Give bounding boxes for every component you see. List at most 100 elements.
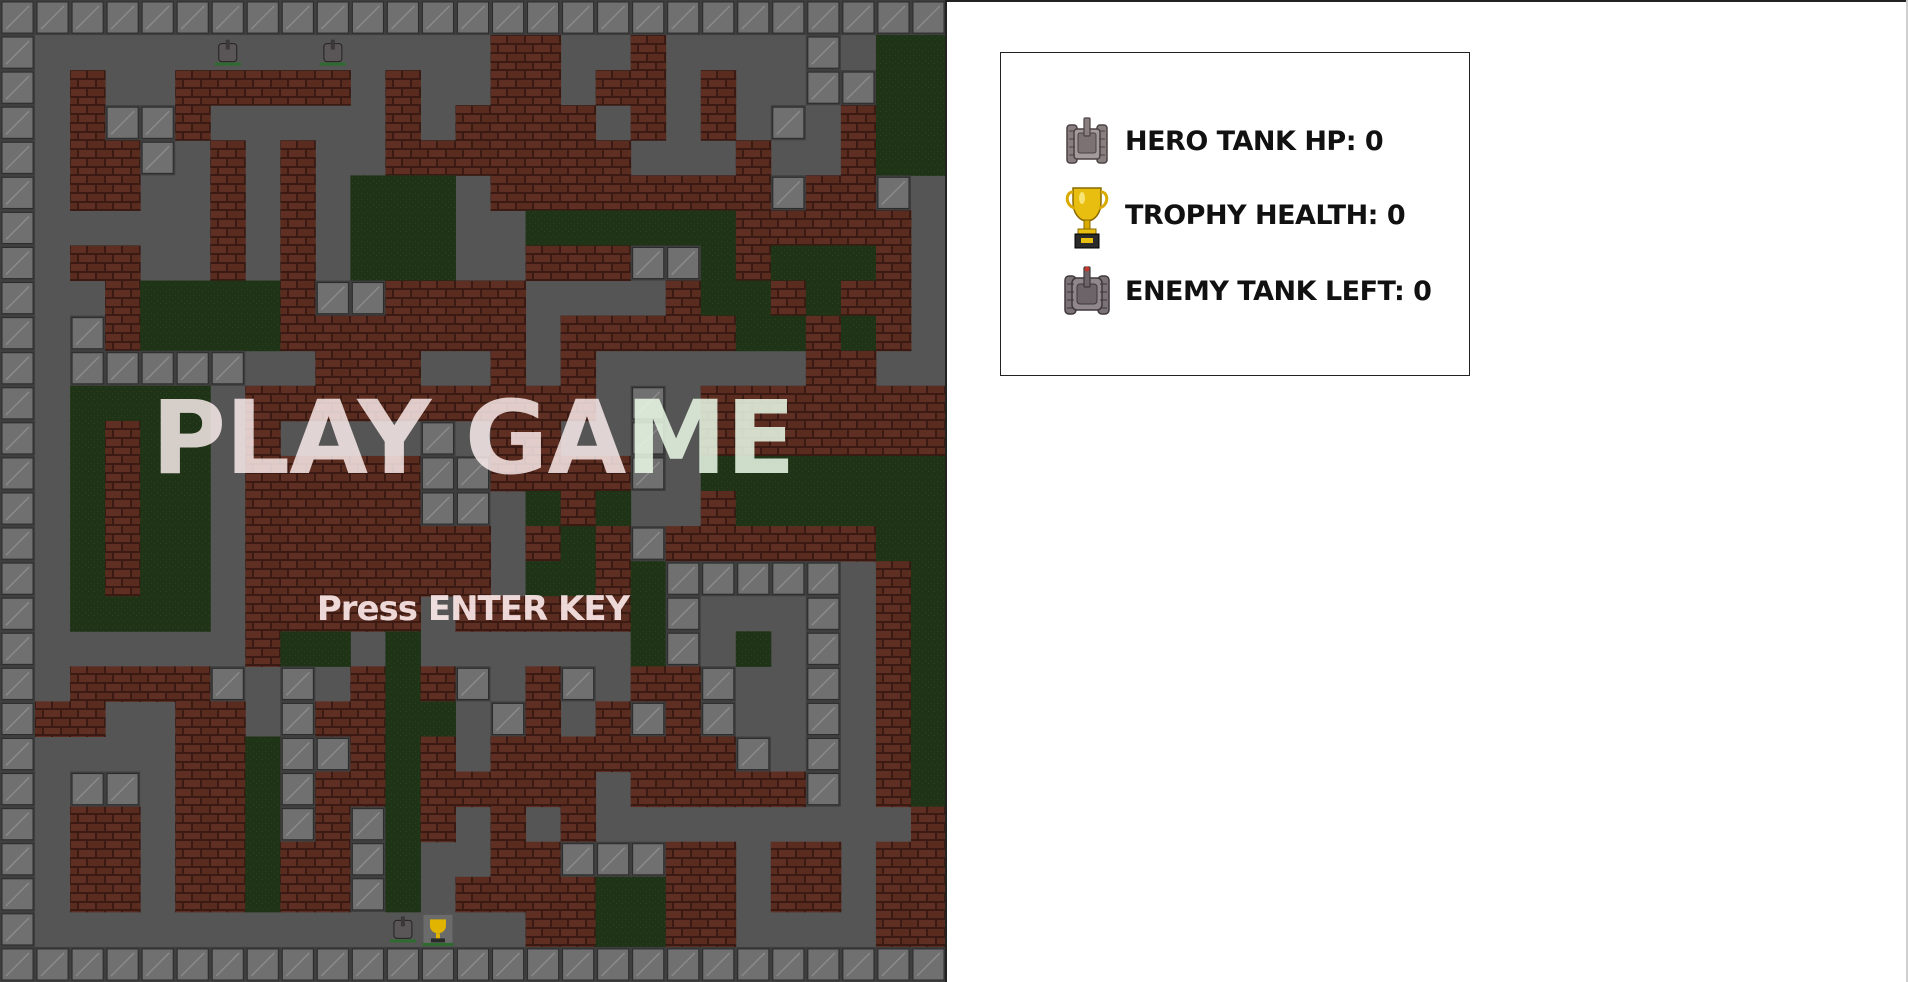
top-border bbox=[947, 0, 1908, 2]
grass-bush bbox=[245, 736, 281, 773]
brick-wall bbox=[805, 315, 842, 352]
brick-wall bbox=[455, 526, 492, 562]
brick-wall bbox=[910, 841, 946, 878]
brick-wall bbox=[840, 350, 877, 387]
brick-wall bbox=[490, 35, 527, 71]
brick-wall bbox=[770, 876, 807, 913]
brick-wall bbox=[210, 771, 246, 808]
brick-wall bbox=[770, 280, 807, 317]
enemy-tank-icon bbox=[1063, 265, 1111, 317]
grass-bush bbox=[770, 315, 807, 352]
grass-bush bbox=[385, 876, 421, 913]
brick-wall bbox=[70, 841, 106, 878]
brick-wall bbox=[315, 841, 351, 878]
brick-wall bbox=[875, 631, 912, 667]
grass-bush bbox=[735, 280, 772, 317]
brick-wall bbox=[560, 175, 597, 211]
brick-wall bbox=[385, 70, 421, 106]
brick-wall bbox=[175, 70, 211, 106]
brick-wall bbox=[350, 315, 386, 352]
brick-wall bbox=[595, 175, 632, 211]
grass-bush bbox=[385, 245, 421, 282]
brick-wall bbox=[210, 245, 246, 282]
brick-wall bbox=[315, 315, 351, 352]
brick-wall bbox=[420, 736, 456, 773]
brick-wall bbox=[770, 841, 807, 878]
brick-wall bbox=[875, 701, 912, 737]
brick-wall bbox=[665, 911, 702, 948]
trophy-icon bbox=[1063, 187, 1111, 249]
brick-wall bbox=[910, 911, 946, 948]
grass-bush bbox=[840, 491, 877, 527]
grass-bush bbox=[805, 280, 842, 317]
brick-wall bbox=[105, 140, 141, 176]
brick-wall bbox=[455, 771, 492, 808]
brick-wall bbox=[735, 140, 772, 176]
grass-bush bbox=[735, 631, 772, 667]
brick-wall bbox=[525, 245, 562, 282]
brick-wall bbox=[420, 315, 456, 352]
enemy-left-row: ENEMY TANK LEFT: 0 bbox=[1063, 265, 1432, 317]
grass-bush bbox=[875, 35, 912, 71]
brick-wall bbox=[315, 526, 351, 562]
brick-wall bbox=[280, 876, 316, 913]
brick-wall bbox=[385, 526, 421, 562]
grass-bush bbox=[315, 631, 351, 667]
brick-wall bbox=[490, 280, 527, 317]
brick-wall bbox=[805, 876, 842, 913]
grass-bush bbox=[910, 140, 946, 176]
grass-bush bbox=[875, 140, 912, 176]
brick-wall bbox=[560, 105, 597, 141]
brick-wall bbox=[210, 841, 246, 878]
brick-wall bbox=[735, 771, 772, 808]
brick-wall bbox=[525, 105, 562, 141]
brick-wall bbox=[735, 210, 772, 246]
grass-bush bbox=[630, 876, 667, 913]
brick-wall bbox=[140, 666, 176, 702]
brick-wall bbox=[630, 70, 667, 106]
brick-wall bbox=[210, 876, 246, 913]
grass-bush bbox=[910, 771, 946, 808]
brick-wall bbox=[490, 315, 527, 352]
brick-wall bbox=[105, 806, 141, 843]
brick-wall bbox=[525, 771, 562, 808]
brick-wall bbox=[175, 105, 211, 141]
brick-wall bbox=[840, 140, 877, 176]
brick-wall bbox=[420, 526, 456, 562]
brick-wall bbox=[525, 911, 562, 948]
grass-bush bbox=[385, 806, 421, 843]
brick-wall bbox=[525, 876, 562, 913]
brick-wall bbox=[525, 35, 562, 71]
brick-wall bbox=[630, 35, 667, 71]
brick-wall bbox=[595, 245, 632, 282]
brick-wall bbox=[875, 280, 912, 317]
trophy-health-row: TROPHY HEALTH: 0 bbox=[1063, 187, 1406, 249]
grass-bush bbox=[630, 210, 667, 246]
brick-wall bbox=[70, 666, 106, 702]
status-panel: HERO TANK HP: 0 TROPHY HEALTH: 0 ENEMY T… bbox=[1000, 52, 1470, 376]
hero-hp-row: HERO TANK HP: 0 bbox=[1063, 115, 1384, 167]
brick-wall bbox=[805, 841, 842, 878]
brick-wall bbox=[595, 70, 632, 106]
grass-bush bbox=[630, 911, 667, 948]
brick-wall bbox=[525, 666, 562, 702]
game-board[interactable]: PLAY GAME Press ENTER KEY bbox=[0, 0, 946, 982]
grass-bush bbox=[735, 315, 772, 352]
brick-wall bbox=[175, 736, 211, 773]
brick-wall bbox=[420, 771, 456, 808]
grass-bush bbox=[700, 210, 737, 246]
brick-wall bbox=[560, 245, 597, 282]
brick-wall bbox=[350, 736, 386, 773]
grass-bush bbox=[245, 841, 281, 878]
brick-wall bbox=[665, 526, 702, 562]
grass-bush bbox=[840, 245, 877, 282]
grass-bush bbox=[770, 245, 807, 282]
brick-wall bbox=[630, 736, 667, 773]
brick-wall bbox=[805, 350, 842, 387]
grass-bush bbox=[595, 210, 632, 246]
brick-wall bbox=[280, 175, 316, 211]
brick-wall bbox=[210, 70, 246, 106]
brick-wall bbox=[70, 806, 106, 843]
brick-wall bbox=[630, 666, 667, 702]
grass-bush bbox=[700, 245, 737, 282]
